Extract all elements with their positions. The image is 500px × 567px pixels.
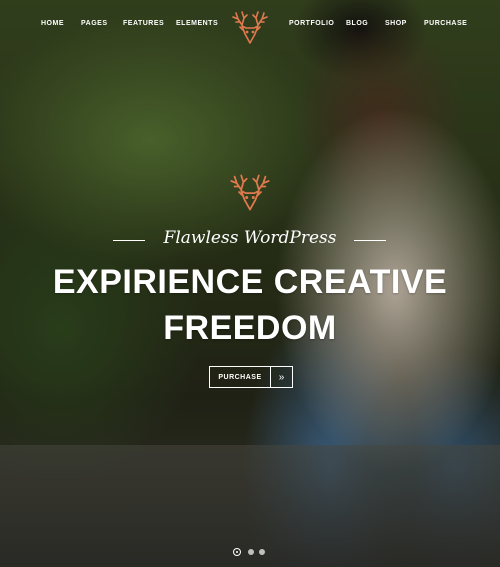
purchase-button[interactable]: PURCHASE » [209, 366, 293, 388]
nav-item-home[interactable]: HOME [41, 20, 64, 27]
nav-item-shop[interactable]: SHOP [385, 20, 407, 27]
double-chevron-right-icon: » [278, 371, 285, 383]
nav-item-portfolio[interactable]: PORTFOLIO [289, 20, 334, 27]
purchase-button-label: PURCHASE [218, 373, 262, 381]
hero-heading-line2: FREEDOM [163, 309, 337, 347]
main-nav: HOME PAGES FEATURES ELEMENTS PORTFOLIO B… [0, 0, 500, 52]
slider-dot-active[interactable] [233, 548, 241, 556]
hero-tagline: Flawless WordPress [163, 228, 337, 248]
deer-logo-icon[interactable] [229, 7, 271, 47]
tagline-row: Flawless WordPress [0, 228, 500, 254]
slider-dot[interactable] [248, 549, 254, 555]
nav-item-features[interactable]: FEATURES [123, 20, 164, 27]
hero-heading-line1: EXPIRIENCE CREATIVE [52, 263, 448, 301]
nav-item-elements[interactable]: ELEMENTS [176, 20, 218, 27]
slider-dot[interactable] [259, 549, 265, 555]
tagline-divider-right [354, 240, 386, 241]
hero-section: HOME PAGES FEATURES ELEMENTS PORTFOLIO B… [0, 0, 500, 567]
nav-item-pages[interactable]: PAGES [81, 20, 108, 27]
nav-item-blog[interactable]: BLOG [346, 20, 368, 27]
deer-emblem-icon [230, 174, 270, 211]
slider-dots [0, 548, 500, 558]
nav-item-purchase[interactable]: PURCHASE [424, 20, 467, 27]
